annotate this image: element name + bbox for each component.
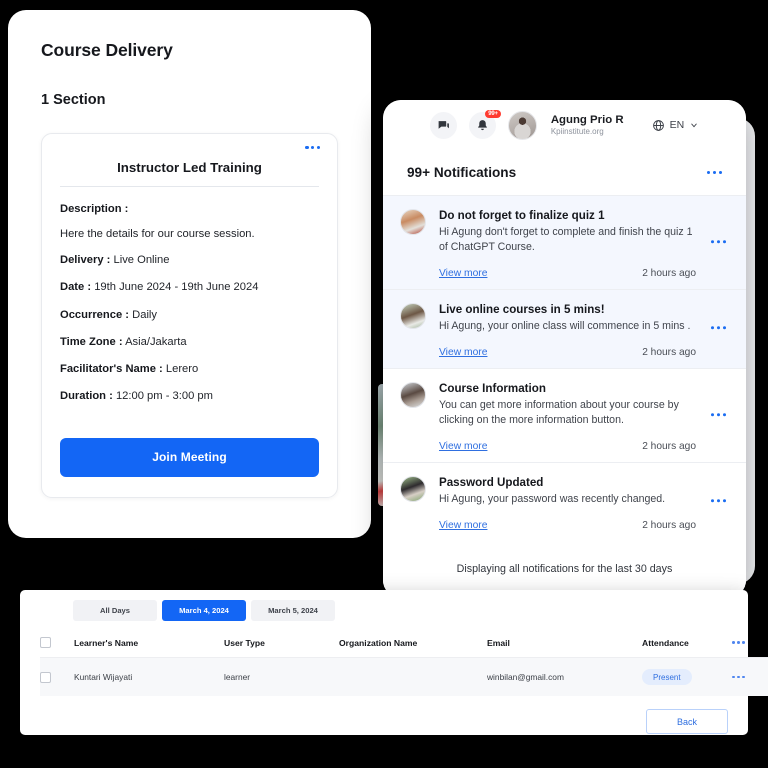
- notification-avatar: [400, 303, 426, 330]
- join-meeting-button[interactable]: Join Meeting: [60, 437, 319, 477]
- notification-avatar: [400, 476, 426, 503]
- description-value: Here the details for our course session.: [60, 228, 255, 241]
- screen-root: Course Delivery 1 Section Instructor Led…: [0, 0, 768, 768]
- course-delivery-panel: Course Delivery 1 Section Instructor Led…: [8, 10, 371, 538]
- cell-email: winbilan@gmail.com: [487, 657, 642, 696]
- detail-date: Date : 19th June 2024 - 19th June 2024: [60, 281, 259, 294]
- panel-footer: Back: [40, 696, 728, 734]
- user-identity: Agung Prio R Kpiinstitute.org: [551, 113, 624, 138]
- chat-bubbles-icon[interactable]: [429, 111, 457, 139]
- cell-learner-name: Kuntari Wijayati: [74, 657, 224, 696]
- notification-item-more-icon[interactable]: [709, 409, 728, 420]
- page-title: Course Delivery: [41, 40, 173, 60]
- notification-body: 99+ Notifications Do not forget to final…: [383, 150, 746, 598]
- notification-avatar: [400, 382, 426, 409]
- column-header-name: Learner's Name: [74, 628, 224, 658]
- session-title: Instructor Led Training: [117, 160, 262, 175]
- table-header-more-icon[interactable]: [732, 641, 768, 644]
- column-header-user-type: User Type: [224, 628, 339, 658]
- notification-title: Course Information: [439, 382, 546, 396]
- notification-title: Do not forget to finalize quiz 1: [439, 209, 605, 222]
- view-more-link[interactable]: View more: [439, 520, 487, 531]
- notification-item-more-icon[interactable]: [709, 236, 728, 247]
- bell-icon[interactable]: 99+: [468, 109, 501, 139]
- notification-timestamp: 2 hours ago: [642, 441, 696, 453]
- notification-text: Hi Agung, your password was recently cha…: [439, 493, 666, 506]
- detail-occurrence: Occurrence : Daily: [60, 308, 158, 321]
- session-card: Instructor Led Training Description : He…: [41, 133, 338, 498]
- cell-organization: [339, 657, 487, 696]
- notification-title: Live online courses in 5 mins!: [439, 303, 605, 317]
- table-row-more-icon[interactable]: [732, 675, 768, 679]
- view-more-link[interactable]: View more: [439, 347, 487, 358]
- detail-timezone: Time Zone : Asia/Jakarta: [60, 335, 187, 348]
- notification-footer: View more 2 hours ago: [439, 441, 702, 452]
- back-button[interactable]: Back: [646, 709, 728, 734]
- notification-timestamp: 2 hours ago: [642, 347, 696, 359]
- row-checkbox[interactable]: [40, 671, 51, 683]
- chevron-down-icon: [691, 123, 698, 128]
- notification-window: 99+ Agung Prio R Kpiinstitute.org EN 99+…: [383, 100, 746, 598]
- section-count-label: 1 Section: [41, 92, 106, 108]
- view-more-link[interactable]: View more: [439, 441, 487, 452]
- user-name: Agung Prio R: [550, 113, 624, 126]
- notification-avatar: [400, 209, 426, 235]
- notification-footer: View more 2 hours ago: [439, 347, 702, 358]
- notification-header-more-icon[interactable]: [705, 167, 724, 178]
- table-header-row: Learner's Name User Type Organization Na…: [40, 628, 768, 658]
- day-tabs: All Days March 4, 2024 March 5, 2024: [40, 600, 728, 621]
- attendance-table: Learner's Name User Type Organization Na…: [40, 628, 768, 696]
- column-header-organization: Organization Name: [339, 628, 487, 658]
- notification-count-title: 99+ Notifications: [407, 165, 517, 180]
- notification-item[interactable]: Course Information You can get more info…: [383, 369, 746, 464]
- detail-facilitator: Facilitator's Name : Lerero: [60, 363, 199, 376]
- notification-header: 99+ Notifications: [383, 150, 746, 196]
- column-header-email: Email: [487, 628, 642, 658]
- session-card-more-icon[interactable]: [302, 143, 323, 152]
- notification-text: Hi Agung, your online class will commenc…: [439, 320, 691, 333]
- notification-text: Hi Agung don't forget to complete and fi…: [439, 226, 693, 254]
- notification-item-more-icon[interactable]: [709, 495, 728, 506]
- avatar[interactable]: [507, 110, 537, 140]
- detail-delivery: Delivery : Live Online: [60, 254, 170, 267]
- status-badge: Present: [642, 669, 692, 685]
- notification-list: Do not forget to finalize quiz 1 Hi Agun…: [383, 196, 746, 540]
- attendance-panel: All Days March 4, 2024 March 5, 2024 Lea…: [20, 590, 768, 735]
- tab-all-days[interactable]: All Days: [73, 600, 157, 621]
- column-header-attendance: Attendance: [642, 628, 732, 658]
- tab-march-4[interactable]: March 4, 2024: [162, 600, 246, 621]
- notification-footer: View more 2 hours ago: [439, 520, 702, 531]
- notification-item[interactable]: Live online courses in 5 mins! Hi Agung,…: [383, 290, 746, 370]
- view-more-link[interactable]: View more: [439, 268, 487, 279]
- notification-text: You can get more information about your …: [439, 399, 679, 427]
- detail-duration: Duration : 12:00 pm - 3:00 pm: [60, 390, 213, 403]
- bell-badge-count: 99+: [485, 109, 501, 119]
- cell-user-type: learner: [224, 657, 339, 696]
- cell-attendance: Present: [642, 657, 732, 696]
- notification-timestamp: 2 hours ago: [642, 520, 696, 532]
- notification-item[interactable]: Do not forget to finalize quiz 1 Hi Agun…: [383, 196, 746, 291]
- app-topbar: 99+ Agung Prio R Kpiinstitute.org EN: [383, 100, 746, 150]
- table-row[interactable]: Kuntari Wijayati learner winbilan@gmail.…: [40, 657, 768, 696]
- language-code: EN: [669, 119, 685, 131]
- tab-march-5[interactable]: March 5, 2024: [251, 600, 335, 621]
- row-select-cell: [40, 657, 74, 696]
- user-organization: Kpiinstitute.org: [550, 126, 604, 136]
- notification-item[interactable]: Password Updated Hi Agung, your password…: [383, 463, 746, 540]
- globe-icon: [652, 119, 664, 131]
- notification-item-more-icon[interactable]: [709, 322, 728, 333]
- notification-timestamp: 2 hours ago: [642, 268, 696, 280]
- description-label: Description :: [60, 203, 129, 215]
- language-selector[interactable]: EN: [652, 119, 700, 132]
- notification-title: Password Updated: [439, 476, 544, 490]
- select-all-checkbox[interactable]: [40, 637, 51, 648]
- notification-footer: View more 2 hours ago: [439, 268, 702, 279]
- column-header-more: [732, 628, 768, 658]
- cell-row-actions: [732, 657, 768, 696]
- select-all-cell: [40, 628, 74, 658]
- session-divider: [60, 186, 319, 187]
